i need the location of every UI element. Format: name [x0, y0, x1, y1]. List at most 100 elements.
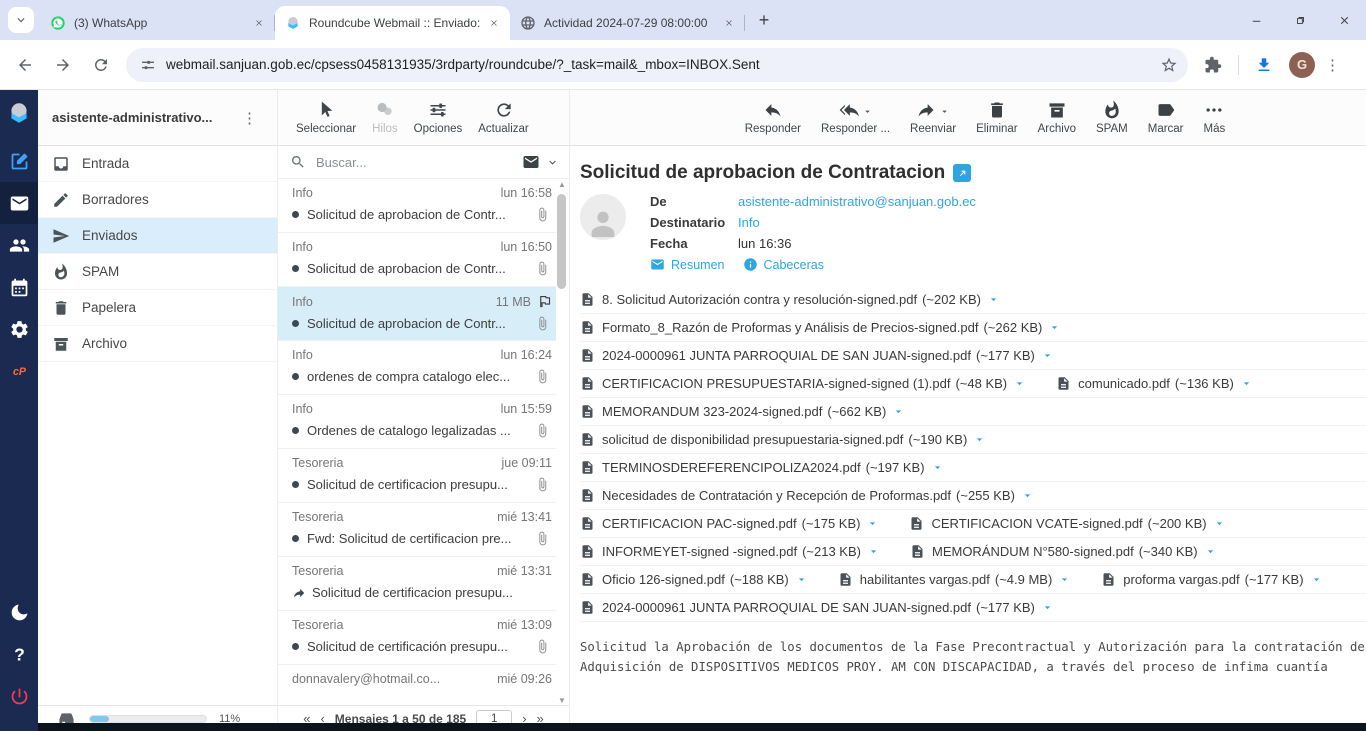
message-list-item[interactable]: Info 11 MB Solicitud de aprobacion de Co…: [278, 287, 556, 341]
attachment-caret-icon[interactable]: [1240, 377, 1253, 390]
attachment[interactable]: comunicado.pdf (~136 KB): [1056, 376, 1253, 391]
message-list-item[interactable]: Info lun 16:24 ordenes de compra catalog…: [278, 341, 556, 395]
attachment[interactable]: TERMINOSDEREFERENCIPOLIZA2024.pdf (~197 …: [580, 460, 944, 475]
rail-bottom-button[interactable]: [0, 675, 38, 717]
attachment[interactable]: CERTIFICACION PAC-signed.pdf (~175 KB): [580, 516, 879, 531]
attachment-caret-icon[interactable]: [1041, 349, 1054, 362]
new-tab-button[interactable]: +: [751, 7, 777, 33]
attachment[interactable]: habilitantes vargas.pdf (~4.9 MB): [838, 572, 1072, 587]
attachment[interactable]: CERTIFICACION PRESUPUESTARIA-signed-sign…: [580, 376, 1026, 391]
attachment-name[interactable]: solicitud de disponibilidad presupuestar…: [602, 432, 903, 447]
attachment-caret-icon[interactable]: [1058, 573, 1071, 586]
more-button[interactable]: Más: [1204, 100, 1226, 135]
search-input[interactable]: [314, 154, 522, 171]
rail-button[interactable]: [0, 308, 38, 350]
message-list-item[interactable]: Info lun 15:59 Ordenes de catalogo legal…: [278, 395, 556, 449]
attachment-caret-icon[interactable]: [795, 573, 808, 586]
headers-link[interactable]: Cabeceras: [743, 257, 824, 272]
message-list-item[interactable]: Info lun 16:50 Solicitud de aprobacion d…: [278, 233, 556, 287]
attachment[interactable]: MEMORANDUM 323-2024-signed.pdf (~662 KB): [580, 404, 905, 419]
browser-tab[interactable]: Actividad 2024-07-29 08:00:00: [510, 6, 745, 40]
attachment-name[interactable]: habilitantes vargas.pdf: [860, 572, 990, 587]
rail-button[interactable]: [0, 224, 38, 266]
attachment-caret-icon[interactable]: [866, 517, 879, 530]
search-chevron-icon[interactable]: [546, 156, 559, 169]
folder-item[interactable]: Papelera: [38, 290, 277, 326]
attachment-name[interactable]: MEMORANDUM 323-2024-signed.pdf: [602, 404, 822, 419]
maximize-button[interactable]: [1278, 0, 1322, 40]
forward-button[interactable]: Reenviar: [910, 100, 956, 135]
attachment[interactable]: CERTIFICACION VCATE-signed.pdf (~200 KB): [909, 516, 1225, 531]
attachment-name[interactable]: Oficio 126-signed.pdf: [602, 572, 725, 587]
caret-down-icon[interactable]: [862, 106, 873, 117]
tab-search-button[interactable]: [8, 7, 34, 33]
downloads-button[interactable]: [1253, 54, 1275, 76]
scroll-down-arrow[interactable]: ▼: [556, 696, 568, 705]
rail-button[interactable]: [0, 140, 38, 182]
reload-button[interactable]: [88, 52, 114, 78]
attachment-caret-icon[interactable]: [1204, 545, 1217, 558]
attachment-name[interactable]: 2024-0000961 JUNTA PARROQUIAL DE SAN JUA…: [602, 600, 971, 615]
attachment[interactable]: Formato_8_Razón de Proformas y Análisis …: [580, 320, 1061, 335]
attachment-caret-icon[interactable]: [1021, 489, 1034, 502]
list-scrollbar[interactable]: ▲ ▼: [556, 180, 568, 705]
message-list-item[interactable]: Tesoreria mié 13:41 Fwd: Solicitud de ce…: [278, 503, 556, 557]
browser-menu-button[interactable]: ⋮: [1325, 56, 1340, 74]
forward-button[interactable]: [50, 52, 76, 78]
close-window-button[interactable]: [1322, 0, 1366, 40]
attachment[interactable]: 8. Solicitud Autorización contra y resol…: [580, 292, 1000, 307]
browser-tab[interactable]: Roundcube Webmail :: Enviado:: [275, 6, 510, 40]
to-address[interactable]: Info: [738, 215, 760, 230]
rail-button[interactable]: [0, 350, 38, 392]
attachment-name[interactable]: 8. Solicitud Autorización contra y resol…: [602, 292, 917, 307]
attachment-name[interactable]: proforma vargas.pdf: [1123, 572, 1239, 587]
attachment-caret-icon[interactable]: [1213, 517, 1226, 530]
from-address[interactable]: asistente-administrativo@sanjuan.gob.ec: [738, 194, 976, 209]
browser-tab[interactable]: (3) WhatsApp: [40, 6, 275, 40]
folder-item[interactable]: Enviados: [38, 218, 277, 254]
attachment[interactable]: Oficio 126-signed.pdf (~188 KB): [580, 572, 808, 587]
attachment-caret-icon[interactable]: [1041, 601, 1054, 614]
url-text[interactable]: webmail.sanjuan.gob.ec/cpsess0458131935/…: [166, 57, 1160, 72]
attachment[interactable]: proforma vargas.pdf (~177 KB): [1101, 572, 1322, 587]
attachment[interactable]: 2024-0000961 JUNTA PARROQUIAL DE SAN JUA…: [580, 600, 1054, 615]
tab-close-button[interactable]: [486, 15, 502, 31]
rail-button[interactable]: [0, 266, 38, 308]
tab-close-button[interactable]: [251, 15, 267, 31]
caret-down-icon[interactable]: [939, 106, 950, 117]
message-list-item[interactable]: Info lun 16:58 Solicitud de aprobacion d…: [278, 179, 556, 233]
attachment[interactable]: INFORMEYET-signed -signed.pdf (~213 KB): [580, 544, 880, 559]
attachment-caret-icon[interactable]: [892, 405, 905, 418]
scroll-up-arrow[interactable]: ▲: [556, 180, 568, 189]
search-scope-icon[interactable]: [522, 153, 540, 171]
message-list-item[interactable]: Tesoreria jue 09:11 Solicitud de certifi…: [278, 449, 556, 503]
mark-button[interactable]: Marcar: [1148, 100, 1184, 135]
rail-bottom-button[interactable]: [0, 633, 38, 675]
attachment-name[interactable]: MEMORÁNDUM N°580-signed.pdf: [932, 544, 1134, 559]
attachment-name[interactable]: Necesidades de Contratación y Recepción …: [602, 488, 951, 503]
rail-button[interactable]: [0, 182, 38, 224]
attachment-caret-icon[interactable]: [867, 545, 880, 558]
profile-avatar[interactable]: G: [1289, 52, 1315, 78]
folder-item[interactable]: Archivo: [38, 326, 277, 362]
bookmark-star-icon[interactable]: [1160, 56, 1178, 74]
options-button[interactable]: Opciones: [414, 100, 463, 135]
folder-item[interactable]: Entrada: [38, 146, 277, 182]
rail-bottom-button[interactable]: [0, 591, 38, 633]
message-list-item[interactable]: Tesoreria mié 13:09 Solicitud de certifi…: [278, 611, 556, 665]
refresh-button[interactable]: Actualizar: [478, 100, 529, 135]
archive-button[interactable]: Archivo: [1038, 100, 1076, 135]
attachment-caret-icon[interactable]: [987, 293, 1000, 306]
attachment-name[interactable]: CERTIFICACION PAC-signed.pdf: [602, 516, 797, 531]
attachment-name[interactable]: Formato_8_Razón de Proformas y Análisis …: [602, 320, 978, 335]
back-button[interactable]: [12, 52, 38, 78]
minimize-button[interactable]: [1234, 0, 1278, 40]
delete-button[interactable]: Eliminar: [976, 100, 1018, 135]
open-in-new-window-button[interactable]: [953, 164, 971, 182]
message-list-item[interactable]: donnavalery@hotmail.co... mié 09:26: [278, 665, 556, 705]
attachment-name[interactable]: TERMINOSDEREFERENCIPOLIZA2024.pdf: [602, 460, 861, 475]
attachment-name[interactable]: 2024-0000961 JUNTA PARROQUIAL DE SAN JUA…: [602, 348, 971, 363]
attachment-name[interactable]: CERTIFICACION PRESUPUESTARIA-signed-sign…: [602, 376, 950, 391]
attachment-caret-icon[interactable]: [931, 461, 944, 474]
folder-item[interactable]: Borradores: [38, 182, 277, 218]
